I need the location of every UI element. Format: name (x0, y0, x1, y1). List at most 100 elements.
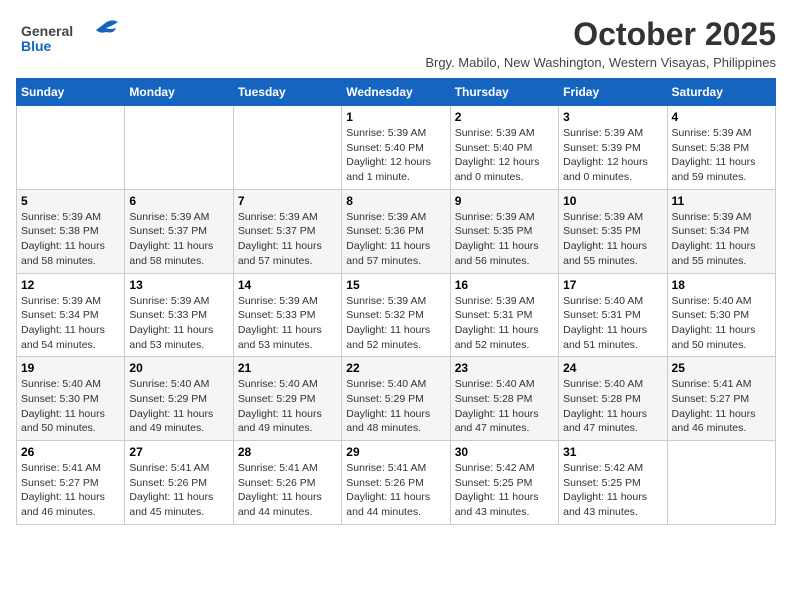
day-info: Sunrise: 5:40 AMSunset: 5:28 PMDaylight:… (455, 377, 554, 436)
day-info: Sunrise: 5:39 AMSunset: 5:34 PMDaylight:… (672, 210, 771, 269)
day-number: 5 (21, 194, 120, 208)
calendar-cell: 12Sunrise: 5:39 AMSunset: 5:34 PMDayligh… (17, 273, 125, 357)
calendar-cell: 10 Sunrise: 5:39 AMSunset: 5:35 PMDayligh… (559, 189, 667, 273)
calendar-cell: 4 Sunrise: 5:39 AMSunset: 5:38 PMDaylight… (667, 106, 775, 190)
day-info: Sunrise: 5:39 AMSunset: 5:32 PMDaylight:… (346, 294, 445, 353)
day-info: Sunrise: 5:39 AMSunset: 5:36 PMDaylight:… (346, 210, 445, 269)
day-number: 29 (346, 445, 445, 459)
day-info: Sunrise: 5:40 AMSunset: 5:30 PMDaylight:… (672, 294, 771, 353)
day-number: 27 (129, 445, 228, 459)
calendar-table: SundayMondayTuesdayWednesdayThursdayFrid… (16, 78, 776, 525)
calendar-cell: 16 Sunrise: 5:39 AMSunset: 5:31 PMDayligh… (450, 273, 558, 357)
day-number: 11 (672, 194, 771, 208)
day-number: 24 (563, 361, 662, 375)
day-number: 7 (238, 194, 337, 208)
calendar-header-row: SundayMondayTuesdayWednesdayThursdayFrid… (17, 79, 776, 106)
header-sunday: Sunday (17, 79, 125, 106)
day-info: Sunrise: 5:41 AMSunset: 5:27 PMDaylight:… (672, 377, 771, 436)
calendar-cell: 31Sunrise: 5:42 AMSunset: 5:25 PMDayligh… (559, 441, 667, 525)
calendar-cell: 25 Sunrise: 5:41 AMSunset: 5:27 PMDayligh… (667, 357, 775, 441)
week-row-5: 26Sunrise: 5:41 AMSunset: 5:27 PMDayligh… (17, 441, 776, 525)
calendar-cell (667, 441, 775, 525)
calendar-cell: 11 Sunrise: 5:39 AMSunset: 5:34 PMDayligh… (667, 189, 775, 273)
day-number: 10 (563, 194, 662, 208)
calendar-cell: 5Sunrise: 5:39 AMSunset: 5:38 PMDaylight… (17, 189, 125, 273)
day-number: 3 (563, 110, 662, 124)
day-number: 12 (21, 278, 120, 292)
day-info: Sunrise: 5:39 AMSunset: 5:40 PMDaylight:… (346, 126, 445, 185)
header-tuesday: Tuesday (233, 79, 341, 106)
week-row-2: 5Sunrise: 5:39 AMSunset: 5:38 PMDaylight… (17, 189, 776, 273)
calendar-cell: 19 Sunrise: 5:40 AMSunset: 5:30 PMDayligh… (17, 357, 125, 441)
calendar-cell: 24 Sunrise: 5:40 AMSunset: 5:28 PMDayligh… (559, 357, 667, 441)
header-thursday: Thursday (450, 79, 558, 106)
day-info: Sunrise: 5:41 AMSunset: 5:27 PMDaylight:… (21, 461, 120, 520)
calendar-cell: 30 Sunrise: 5:42 AMSunset: 5:25 PMDayligh… (450, 441, 558, 525)
calendar-cell: 18 Sunrise: 5:40 AMSunset: 5:30 PMDayligh… (667, 273, 775, 357)
calendar-cell: 3 Sunrise: 5:39 AMSunset: 5:39 PMDaylight… (559, 106, 667, 190)
day-number: 23 (455, 361, 554, 375)
day-info: Sunrise: 5:41 AMSunset: 5:26 PMDaylight:… (129, 461, 228, 520)
calendar-cell: 20Sunrise: 5:40 AMSunset: 5:29 PMDayligh… (125, 357, 233, 441)
calendar-cell: 14Sunrise: 5:39 AMSunset: 5:33 PMDayligh… (233, 273, 341, 357)
day-info: Sunrise: 5:40 AMSunset: 5:30 PMDaylight:… (21, 377, 120, 436)
logo-svg: General Blue (16, 16, 126, 56)
month-title: October 2025 (425, 16, 776, 53)
day-number: 18 (672, 278, 771, 292)
day-info: Sunrise: 5:39 AMSunset: 5:31 PMDaylight:… (455, 294, 554, 353)
day-number: 20 (129, 361, 228, 375)
day-info: Sunrise: 5:39 AMSunset: 5:35 PMDaylight:… (455, 210, 554, 269)
day-number: 15 (346, 278, 445, 292)
day-number: 13 (129, 278, 228, 292)
day-number: 17 (563, 278, 662, 292)
day-number: 6 (129, 194, 228, 208)
header-saturday: Saturday (667, 79, 775, 106)
calendar-cell: 27 Sunrise: 5:41 AMSunset: 5:26 PMDayligh… (125, 441, 233, 525)
day-info: Sunrise: 5:40 AMSunset: 5:31 PMDaylight:… (563, 294, 662, 353)
week-row-4: 19 Sunrise: 5:40 AMSunset: 5:30 PMDayligh… (17, 357, 776, 441)
day-info: Sunrise: 5:39 AMSunset: 5:38 PMDaylight:… (672, 126, 771, 185)
header-wednesday: Wednesday (342, 79, 450, 106)
day-info: Sunrise: 5:39 AMSunset: 5:39 PMDaylight:… (563, 126, 662, 185)
header-friday: Friday (559, 79, 667, 106)
day-info: Sunrise: 5:40 AMSunset: 5:29 PMDaylight:… (238, 377, 337, 436)
calendar-cell: 28 Sunrise: 5:41 AMSunset: 5:26 PMDayligh… (233, 441, 341, 525)
calendar-cell (125, 106, 233, 190)
day-info: Sunrise: 5:39 AMSunset: 5:37 PMDaylight:… (129, 210, 228, 269)
subtitle: Brgy. Mabilo, New Washington, Western Vi… (425, 55, 776, 70)
day-info: Sunrise: 5:41 AMSunset: 5:26 PMDaylight:… (238, 461, 337, 520)
title-block: October 2025 Brgy. Mabilo, New Washingto… (425, 16, 776, 70)
calendar-cell: 23 Sunrise: 5:40 AMSunset: 5:28 PMDayligh… (450, 357, 558, 441)
day-info: Sunrise: 5:39 AMSunset: 5:37 PMDaylight:… (238, 210, 337, 269)
calendar-cell: 13 Sunrise: 5:39 AMSunset: 5:33 PMDayligh… (125, 273, 233, 357)
page-header: General Blue October 2025 Brgy. Mabilo, … (16, 16, 776, 70)
calendar-cell: 17 Sunrise: 5:40 AMSunset: 5:31 PMDayligh… (559, 273, 667, 357)
calendar-cell: 15 Sunrise: 5:39 AMSunset: 5:32 PMDayligh… (342, 273, 450, 357)
day-number: 19 (21, 361, 120, 375)
calendar-cell: 9 Sunrise: 5:39 AMSunset: 5:35 PMDaylight… (450, 189, 558, 273)
day-info: Sunrise: 5:39 AMSunset: 5:33 PMDaylight:… (129, 294, 228, 353)
calendar-cell: 22Sunrise: 5:40 AMSunset: 5:29 PMDayligh… (342, 357, 450, 441)
day-info: Sunrise: 5:42 AMSunset: 5:25 PMDaylight:… (563, 461, 662, 520)
svg-text:Blue: Blue (21, 38, 52, 54)
day-info: Sunrise: 5:40 AMSunset: 5:28 PMDaylight:… (563, 377, 662, 436)
day-number: 9 (455, 194, 554, 208)
day-number: 28 (238, 445, 337, 459)
day-number: 16 (455, 278, 554, 292)
calendar-cell: 8 Sunrise: 5:39 AMSunset: 5:36 PMDaylight… (342, 189, 450, 273)
day-number: 4 (672, 110, 771, 124)
calendar-cell (233, 106, 341, 190)
day-number: 25 (672, 361, 771, 375)
day-info: Sunrise: 5:39 AMSunset: 5:40 PMDaylight:… (455, 126, 554, 185)
calendar-cell: 2Sunrise: 5:39 AMSunset: 5:40 PMDaylight… (450, 106, 558, 190)
calendar-cell: 26Sunrise: 5:41 AMSunset: 5:27 PMDayligh… (17, 441, 125, 525)
day-info: Sunrise: 5:42 AMSunset: 5:25 PMDaylight:… (455, 461, 554, 520)
day-number: 22 (346, 361, 445, 375)
day-info: Sunrise: 5:41 AMSunset: 5:26 PMDaylight:… (346, 461, 445, 520)
header-monday: Monday (125, 79, 233, 106)
day-info: Sunrise: 5:39 AMSunset: 5:35 PMDaylight:… (563, 210, 662, 269)
calendar-cell: 7 Sunrise: 5:39 AMSunset: 5:37 PMDaylight… (233, 189, 341, 273)
day-number: 30 (455, 445, 554, 459)
week-row-1: 1Sunrise: 5:39 AMSunset: 5:40 PMDaylight… (17, 106, 776, 190)
day-number: 8 (346, 194, 445, 208)
